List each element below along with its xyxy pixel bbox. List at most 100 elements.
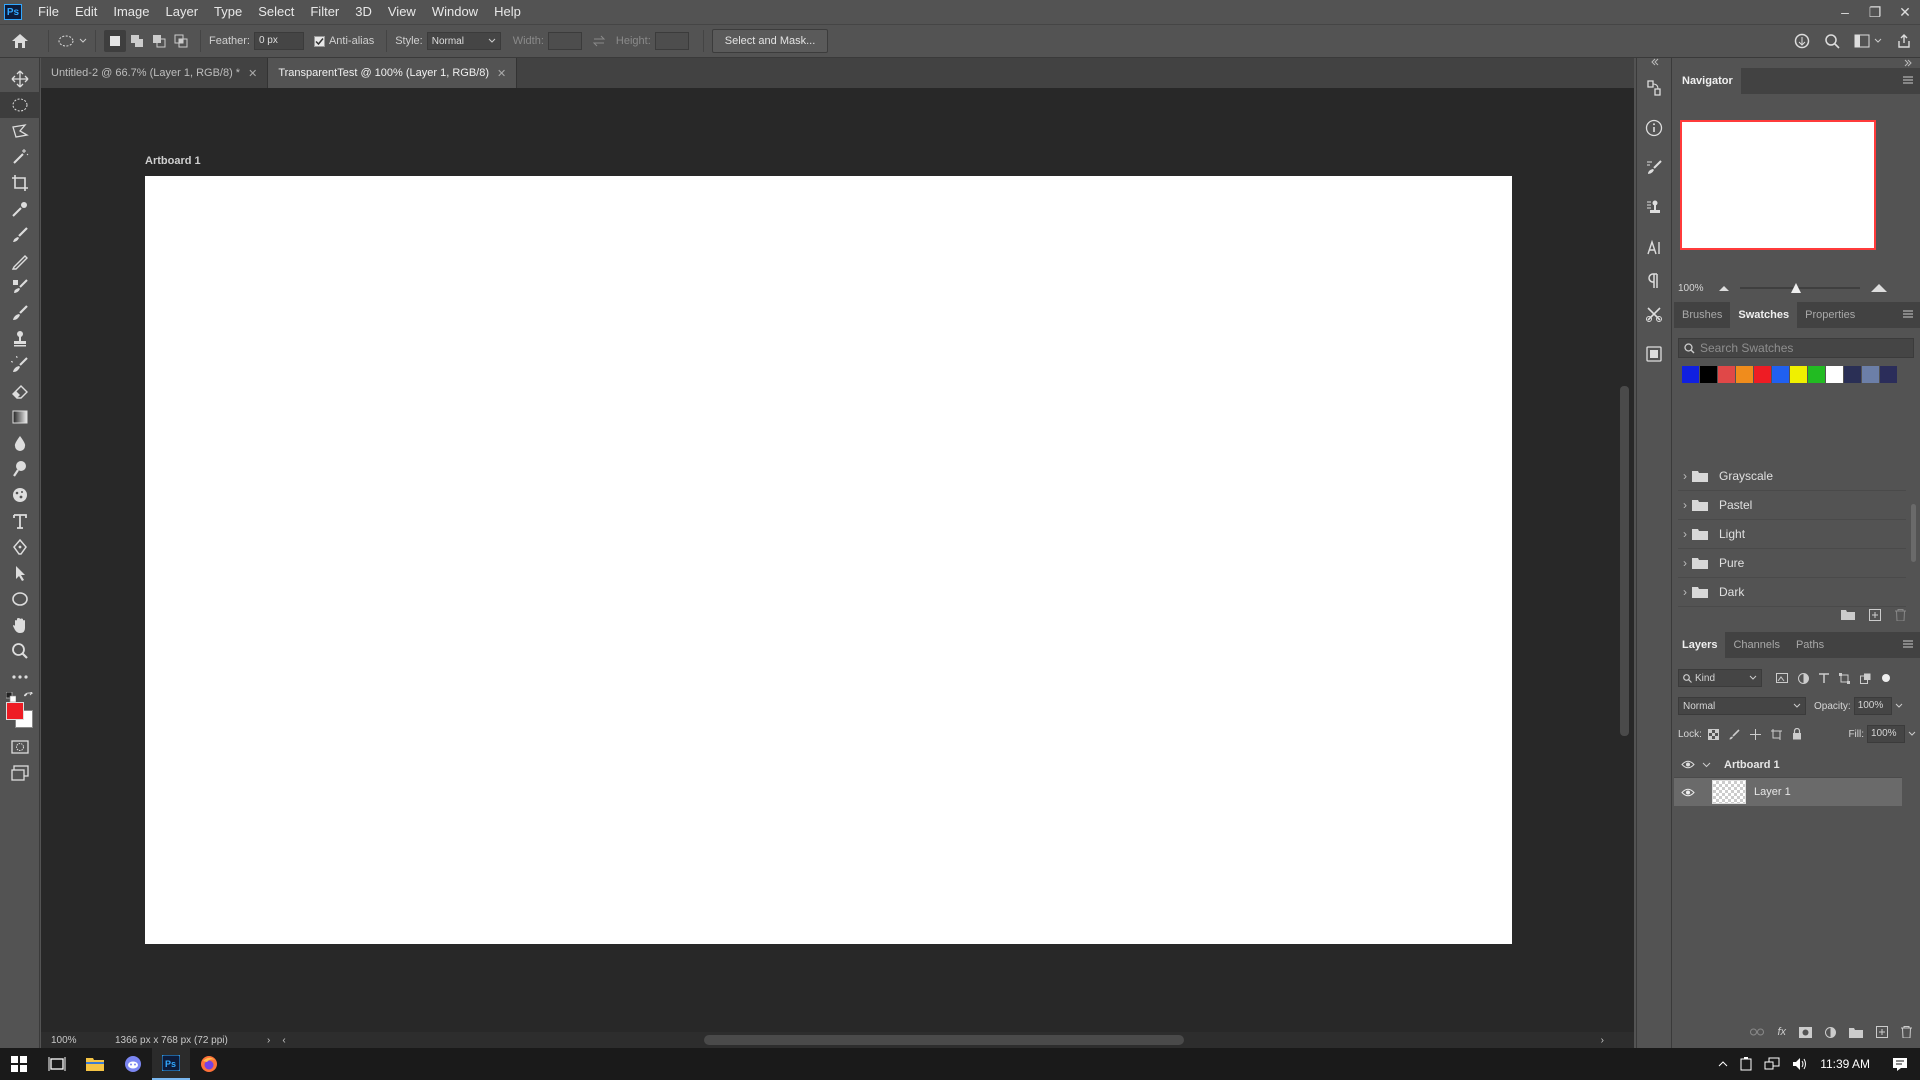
width-input[interactable] <box>547 32 582 50</box>
ellipse-shape-tool[interactable] <box>0 586 40 612</box>
panel-menu-icon[interactable] <box>1902 639 1914 649</box>
tab-swatches[interactable]: Swatches <box>1730 302 1798 328</box>
magic-wand-tool[interactable] <box>0 144 40 170</box>
hand-tool[interactable] <box>0 612 40 638</box>
panel-menu-icon[interactable] <box>1902 75 1914 85</box>
chevron-right-icon[interactable]: › <box>1678 469 1692 483</box>
lasso-tool[interactable] <box>0 118 40 144</box>
swatch-group-dark[interactable]: › Dark <box>1678 578 1906 607</box>
navigator-preview[interactable] <box>1680 120 1876 250</box>
lock-all-icon[interactable] <box>1792 728 1802 740</box>
clone-stamp-tool[interactable] <box>0 326 40 352</box>
swatch-group-pastel[interactable]: › Pastel <box>1678 491 1906 520</box>
color-swatch-1[interactable] <box>1700 366 1717 383</box>
tab-brushes[interactable]: Brushes <box>1674 302 1730 328</box>
link-layers-icon[interactable] <box>1750 1028 1765 1036</box>
fx-icon[interactable]: fx <box>1777 1026 1786 1038</box>
color-swatch-3[interactable] <box>1736 366 1753 383</box>
blend-mode-select[interactable]: Normal <box>1678 697 1806 715</box>
trash-icon[interactable] <box>1895 609 1906 621</box>
layer-row-artboard[interactable]: Artboard 1 <box>1674 752 1902 778</box>
menu-window[interactable]: Window <box>424 0 486 24</box>
swatches-scroll-thumb[interactable] <box>1911 504 1916 562</box>
color-swatch-9[interactable] <box>1844 366 1861 383</box>
status-menu-arrow-icon[interactable]: › <box>267 1035 270 1046</box>
layer-filter-select[interactable]: Kind <box>1678 669 1762 687</box>
subtract-from-selection-button[interactable] <box>148 30 170 52</box>
history-brush-tool[interactable] <box>0 300 40 326</box>
antialias-checkbox[interactable]: Anti-alias <box>313 35 378 47</box>
swatch-group-pure[interactable]: › Pure <box>1678 549 1906 578</box>
menu-image[interactable]: Image <box>105 0 157 24</box>
menu-type[interactable]: Type <box>206 0 250 24</box>
crop-tool[interactable] <box>0 170 40 196</box>
panels-collapse-handle[interactable] <box>1674 58 1920 68</box>
move-tool[interactable] <box>0 66 40 92</box>
firefox-taskbar-icon[interactable] <box>190 1048 228 1080</box>
discord-app-icon[interactable] <box>114 1048 152 1080</box>
layer-row-layer-1[interactable]: Layer 1 <box>1674 778 1902 806</box>
edit-toolbar-button[interactable] <box>0 664 40 690</box>
info-panel-icon[interactable] <box>1637 108 1671 148</box>
menu-view[interactable]: View <box>380 0 424 24</box>
path-selection-tool[interactable] <box>0 560 40 586</box>
zoom-out-mountain-icon[interactable] <box>1718 284 1730 292</box>
filter-toggle-icon[interactable] <box>1881 673 1891 683</box>
elliptical-marquee-tool[interactable] <box>0 92 40 118</box>
chevron-down-icon[interactable] <box>1908 731 1916 737</box>
close-window-icon[interactable]: ✕ <box>1890 0 1920 24</box>
search-icon[interactable] <box>1824 33 1840 49</box>
menu-file[interactable]: File <box>30 0 67 24</box>
screen-mode-button[interactable] <box>0 760 40 786</box>
trash-icon[interactable] <box>1901 1026 1912 1038</box>
add-to-selection-button[interactable] <box>126 30 148 52</box>
swatches-search[interactable]: Search Swatches <box>1678 338 1914 358</box>
color-swatch-4[interactable] <box>1754 366 1771 383</box>
color-swatch-10[interactable] <box>1862 366 1879 383</box>
adjustment-layer-icon[interactable] <box>1825 1026 1836 1038</box>
color-swatch-0[interactable] <box>1682 366 1699 383</box>
tab-paths[interactable]: Paths <box>1788 632 1832 658</box>
brush-settings-icon[interactable] <box>1637 148 1671 188</box>
pen-tool[interactable] <box>0 534 40 560</box>
lock-position-icon[interactable] <box>1749 728 1761 740</box>
cloud-documents-icon[interactable] <box>1794 33 1810 49</box>
clock[interactable]: 11:39 AM <box>1820 1057 1870 1071</box>
new-swatch-icon[interactable] <box>1869 609 1881 621</box>
tab-navigator[interactable]: Navigator <box>1674 68 1741 94</box>
chevron-right-icon[interactable]: › <box>1678 556 1692 570</box>
filter-pixel-icon[interactable] <box>1776 673 1788 683</box>
navigator-zoom-slider[interactable] <box>1740 283 1860 293</box>
menu-layer[interactable]: Layer <box>158 0 207 24</box>
tab-properties[interactable]: Properties <box>1797 302 1863 328</box>
fill-input[interactable]: 100% <box>1867 725 1905 743</box>
swap-dimensions-icon[interactable] <box>592 35 606 47</box>
color-swatch-6[interactable] <box>1790 366 1807 383</box>
filter-adjustment-icon[interactable] <box>1798 672 1809 684</box>
scroll-right-arrow-icon[interactable]: › <box>1601 1035 1604 1046</box>
chevron-down-icon[interactable] <box>1702 762 1716 768</box>
tool-preset-picker[interactable] <box>57 34 87 48</box>
gradient-tool[interactable] <box>0 404 40 430</box>
menu-edit[interactable]: Edit <box>67 0 105 24</box>
horizontal-scroll-thumb[interactable] <box>704 1035 1184 1045</box>
blur-tool[interactable] <box>0 430 40 456</box>
tab-layers[interactable]: Layers <box>1674 632 1726 658</box>
swap-colors-icon[interactable] <box>24 692 34 702</box>
menu-select[interactable]: Select <box>250 0 302 24</box>
windows-start-icon[interactable] <box>0 1048 38 1080</box>
menu-filter[interactable]: Filter <box>302 0 347 24</box>
character-panel-icon[interactable] <box>1637 228 1671 268</box>
chevron-up-icon[interactable] <box>1718 1061 1728 1067</box>
select-and-mask-button[interactable]: Select and Mask... <box>711 29 829 53</box>
new-group-folder-icon[interactable] <box>1849 1027 1863 1038</box>
vertical-scrollbar[interactable] <box>1617 90 1632 1030</box>
filter-shape-icon[interactable] <box>1839 672 1850 684</box>
intersect-selection-button[interactable] <box>170 30 192 52</box>
sponge-tool[interactable] <box>0 482 40 508</box>
volume-icon[interactable] <box>1792 1057 1808 1071</box>
color-swatch-5[interactable] <box>1772 366 1789 383</box>
panel-menu-icon[interactable] <box>1902 309 1914 319</box>
eye-icon[interactable] <box>1674 788 1702 797</box>
vertical-scroll-thumb[interactable] <box>1620 386 1629 736</box>
